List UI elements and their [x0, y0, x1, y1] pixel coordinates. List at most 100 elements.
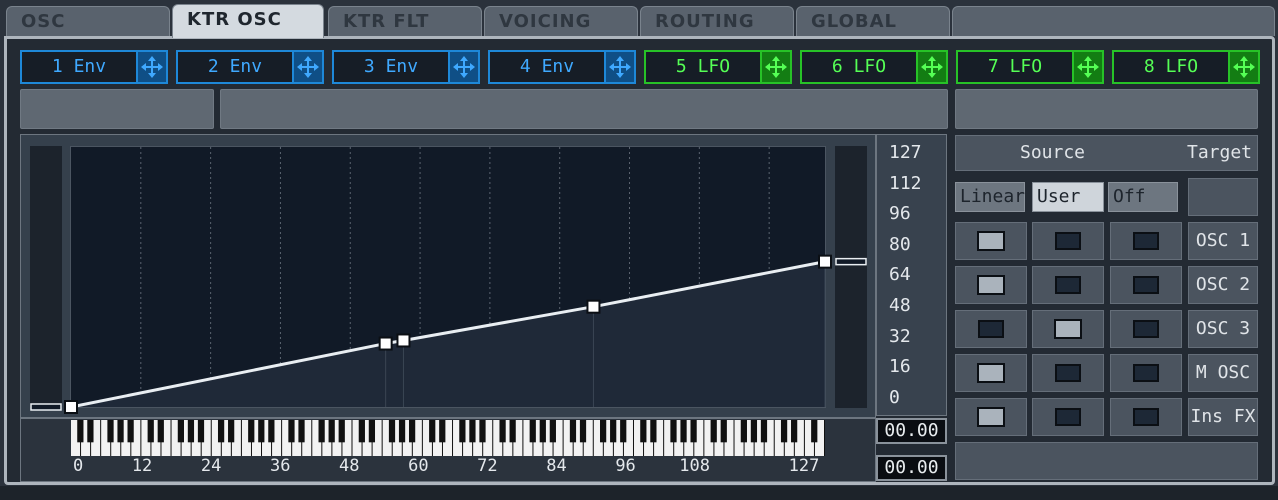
mode-spare-cell — [1188, 178, 1258, 216]
mod-source-5-lfo[interactable]: 5 LFO — [644, 50, 792, 84]
mod-source-6-lfo[interactable]: 6 LFO — [800, 50, 948, 84]
tab-global[interactable]: GLOBAL — [796, 6, 950, 36]
x-tick-label: 127 — [788, 456, 820, 476]
mod-source-label: 2 Env — [207, 56, 263, 77]
drag-move-icon[interactable] — [448, 52, 478, 82]
mod-source-7-lfo[interactable]: 7 LFO — [956, 50, 1104, 84]
drag-move-icon[interactable] — [760, 52, 790, 82]
black-key — [811, 420, 818, 443]
tracking-cell-osc-1-user[interactable] — [1032, 222, 1104, 260]
y-tick-label: 127 — [889, 142, 922, 163]
drag-move-icon[interactable] — [916, 52, 946, 82]
tracking-cell-ins-fx-user[interactable] — [1032, 398, 1104, 436]
tracking-cell-m-osc-off[interactable] — [1110, 354, 1182, 392]
mode-button-linear[interactable]: Linear — [955, 182, 1025, 212]
black-key — [429, 420, 436, 443]
drag-move-icon[interactable] — [604, 52, 634, 82]
selection-indicator — [1055, 232, 1081, 250]
black-key — [479, 420, 486, 443]
mod-source-8-lfo[interactable]: 8 LFO — [1112, 50, 1260, 84]
selection-indicator — [1133, 408, 1159, 426]
mod-source-1-env[interactable]: 1 Env — [20, 50, 168, 84]
black-key — [358, 420, 365, 443]
target-label: Ins FX — [1188, 398, 1258, 436]
right-range-strip[interactable] — [835, 146, 867, 408]
target-header: Target — [1187, 142, 1253, 163]
black-key — [147, 420, 154, 443]
mod-source-3-env[interactable]: 3 Env — [332, 50, 480, 84]
selection-indicator — [1133, 232, 1159, 250]
x-tick-label: 48 — [339, 456, 360, 476]
tracking-cell-osc-2-user[interactable] — [1032, 266, 1104, 304]
mod-source-4-env[interactable]: 4 Env — [488, 50, 636, 84]
value-scale: 127 112 96 80 64 48 32 16 0 — [876, 134, 947, 416]
tracking-cell-osc-3-off[interactable] — [1110, 310, 1182, 348]
selection-indicator — [1133, 364, 1159, 382]
target-label: OSC 3 — [1188, 310, 1258, 348]
tracking-cell-osc-3-linear[interactable] — [955, 310, 1027, 348]
black-key — [77, 420, 84, 443]
black-key — [187, 420, 195, 443]
mod-source-label: 7 LFO — [987, 56, 1043, 77]
mod-source-2-env[interactable]: 2 Env — [176, 50, 324, 84]
preset-bar-left[interactable] — [20, 89, 214, 129]
black-key — [640, 420, 647, 443]
tracking-cell-ins-fx-linear[interactable] — [955, 398, 1027, 436]
tracking-cell-osc-2-linear[interactable] — [955, 266, 1027, 304]
mode-button-user[interactable]: User — [1032, 182, 1104, 212]
black-key — [328, 420, 335, 443]
tab-osc[interactable]: OSC — [6, 6, 170, 36]
keytrack-curve-plot[interactable] — [70, 146, 826, 409]
black-key — [318, 420, 325, 443]
black-key — [791, 420, 798, 443]
tracking-cell-osc-3-user[interactable] — [1032, 310, 1104, 348]
y-tick-label: 96 — [889, 203, 911, 225]
black-key — [610, 420, 617, 443]
black-key — [248, 420, 255, 443]
black-key — [398, 420, 406, 443]
black-key — [228, 420, 235, 443]
selection-indicator — [977, 407, 1005, 427]
tab-ktr-osc[interactable]: KTR OSC — [172, 4, 324, 38]
note-keyboard[interactable] — [71, 420, 825, 456]
tracking-cell-osc-1-linear[interactable] — [955, 222, 1027, 260]
drag-move-icon[interactable] — [1228, 52, 1258, 82]
tracking-cell-osc-2-off[interactable] — [1110, 266, 1182, 304]
tracking-cell-osc-1-off[interactable] — [1110, 222, 1182, 260]
black-key — [217, 420, 225, 443]
mod-source-label: 4 Env — [519, 56, 575, 77]
y-tick-label: 48 — [889, 295, 911, 316]
source-header: Source — [1020, 142, 1086, 163]
tracking-cell-m-osc-linear[interactable] — [955, 354, 1027, 392]
black-key — [177, 420, 184, 443]
tab-routing[interactable]: ROUTING — [640, 6, 794, 36]
drag-move-icon[interactable] — [292, 52, 322, 82]
value-readout[interactable]: 00.00 — [876, 418, 947, 444]
tracking-table-header: Source Target — [955, 135, 1258, 171]
note-readout[interactable]: 00.00 — [876, 455, 947, 481]
black-key — [197, 420, 205, 443]
target-label: OSC 2 — [1188, 266, 1258, 304]
black-key — [157, 420, 164, 443]
mod-source-label: 6 LFO — [831, 56, 887, 77]
tab-ktr-flt[interactable]: KTR FLT — [328, 6, 482, 36]
black-key — [780, 420, 788, 443]
x-tick-label: 60 — [408, 456, 429, 476]
tracking-cell-ins-fx-off[interactable] — [1110, 398, 1182, 436]
x-tick-label: 96 — [615, 456, 636, 476]
tracking-header-bar — [955, 89, 1258, 129]
y-tick-label: 0 — [889, 386, 900, 408]
black-key — [600, 420, 607, 443]
black-key — [439, 420, 446, 443]
black-key — [87, 420, 94, 443]
mode-button-off[interactable]: Off — [1108, 182, 1178, 212]
target-label: M OSC — [1188, 354, 1258, 392]
tab-voicing[interactable]: VOICING — [484, 6, 638, 36]
left-range-strip[interactable] — [30, 146, 62, 408]
drag-move-icon[interactable] — [1072, 52, 1102, 82]
drag-move-icon[interactable] — [136, 52, 166, 82]
curve-name-bar[interactable] — [220, 89, 948, 129]
tracking-cell-m-osc-user[interactable] — [1032, 354, 1104, 392]
black-key — [298, 420, 305, 443]
selection-indicator — [1055, 408, 1081, 426]
